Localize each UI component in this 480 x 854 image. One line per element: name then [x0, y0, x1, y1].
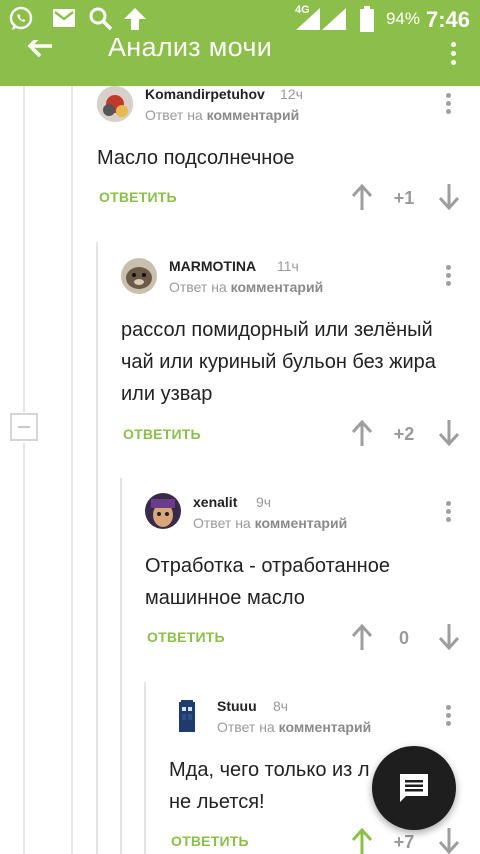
mail-icon [53, 9, 75, 27]
thread-line-4 [120, 478, 122, 854]
clock: 7:46 [425, 7, 470, 32]
thread-line-5 [144, 682, 146, 854]
comment-time: 9ч [256, 494, 272, 510]
comment-menu-icon[interactable] [443, 501, 453, 525]
upvote-icon[interactable] [350, 420, 374, 446]
downvote-icon[interactable] [437, 828, 461, 854]
reply-button[interactable]: ОТВЕТИТЬ [123, 426, 201, 442]
comment-time: 11ч [277, 258, 299, 274]
battery-icon [360, 6, 374, 32]
new-comment-button[interactable] [372, 746, 456, 830]
signal-icon [296, 8, 320, 30]
avatar[interactable] [97, 86, 133, 122]
comment-time: 12ч [280, 86, 303, 102]
downvote-icon[interactable] [437, 624, 461, 650]
comment-menu-icon[interactable] [443, 93, 453, 117]
comment-text: Отработка - отработанное машинное масло [145, 555, 390, 609]
collapse-thread-button[interactable] [10, 413, 38, 441]
reply-button[interactable]: ОТВЕТИТЬ [171, 833, 249, 849]
page-title: Анализ мочи [108, 38, 273, 62]
avatar[interactable] [121, 258, 157, 294]
thread-line-3 [96, 242, 98, 854]
avatar[interactable] [145, 493, 181, 529]
comment-author[interactable]: Stuuu [217, 698, 257, 714]
reply-to-link[interactable]: Ответ на комментарий [169, 279, 323, 295]
downvote-icon[interactable] [437, 420, 461, 446]
rating-value: 0 [398, 628, 409, 648]
signal-icon-2 [322, 8, 346, 30]
reply-to-link[interactable]: Ответ на комментарий [145, 107, 299, 123]
battery-percent: 94% [385, 9, 420, 28]
comment-text: рассол помидорный или зелёный чай или ку… [121, 319, 436, 405]
rating-value: +7 [393, 832, 415, 852]
upvote-icon[interactable] [350, 184, 374, 210]
reply-button[interactable]: ОТВЕТИТЬ [99, 189, 177, 205]
back-arrow-icon[interactable] [26, 40, 66, 80]
app-bar: Анализ мочи [0, 38, 480, 86]
avatar[interactable] [169, 698, 205, 734]
reply-button[interactable]: ОТВЕТИТЬ [147, 629, 225, 645]
comment-time: 8ч [273, 698, 289, 714]
upvote-icon-active[interactable] [350, 828, 374, 854]
comment-text: Масло подсолнечное [97, 147, 295, 169]
more-vert-icon[interactable] [448, 42, 458, 68]
thread-line-1 [23, 86, 25, 412]
upvote-icon[interactable] [350, 624, 374, 650]
comment-menu-icon[interactable] [443, 705, 453, 729]
thread-line-1b [23, 443, 25, 854]
status-bar: 4G 94% 7:46 [0, 0, 480, 38]
rating-value: +1 [393, 188, 415, 208]
comment-author[interactable]: Komandirpetuhov [145, 86, 265, 102]
thread-line-2 [71, 86, 73, 854]
upload-icon [124, 8, 146, 30]
reply-to-link[interactable]: Ответ на комментарий [217, 719, 371, 735]
reply-to-link[interactable]: Ответ на комментарий [193, 515, 347, 531]
comment-author[interactable]: xenalit [193, 494, 237, 510]
search-icon [89, 7, 113, 31]
comment-menu-icon[interactable] [443, 265, 453, 289]
comment-author[interactable]: MARMOTINA [169, 258, 256, 274]
whatsapp-icon [9, 6, 33, 30]
comment-icon [400, 774, 428, 802]
downvote-icon[interactable] [437, 184, 461, 210]
rating-value: +2 [393, 424, 415, 444]
